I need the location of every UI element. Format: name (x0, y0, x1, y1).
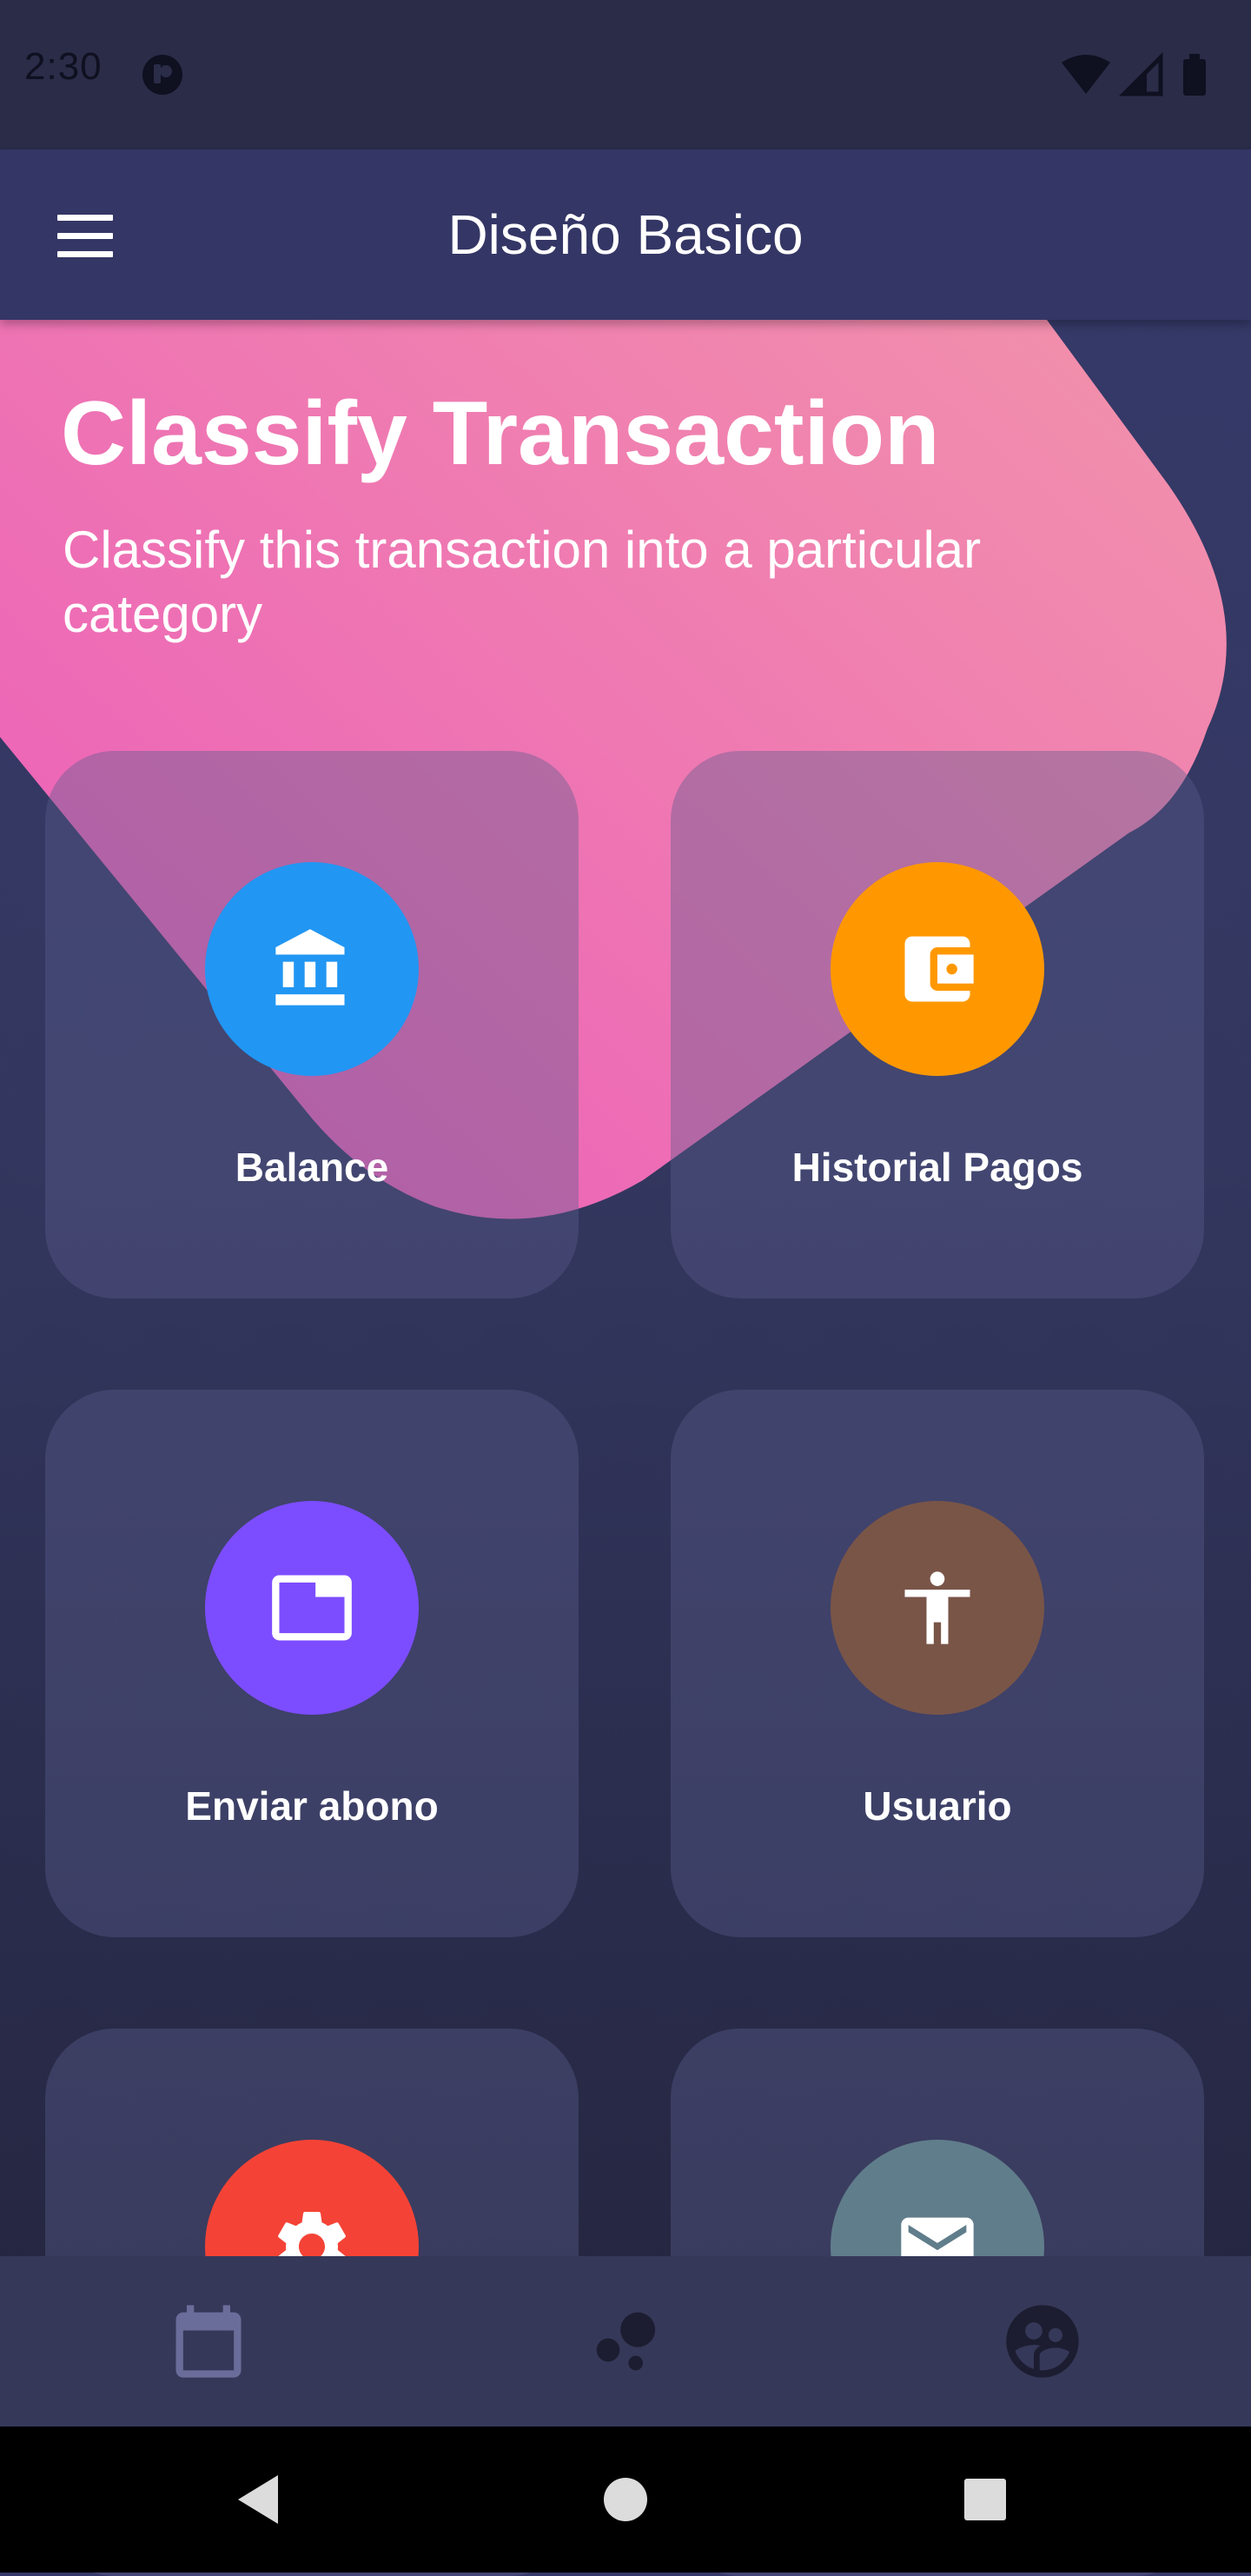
back-button[interactable] (226, 2465, 295, 2534)
card-usuario[interactable]: Usuario (671, 1390, 1204, 1937)
card-historial-pagos[interactable]: Historial Pagos (671, 751, 1204, 1298)
app-notification-icon (142, 55, 182, 95)
page-title: Classify Transaction (61, 383, 940, 484)
wifi-icon (1062, 55, 1110, 94)
hamburger-menu-icon[interactable] (49, 205, 122, 268)
bottom-navigation (0, 2256, 1251, 2427)
wallet-icon (904, 936, 974, 1002)
bubble-chart-icon (596, 2312, 656, 2371)
card-label: Usuario (863, 1783, 1012, 1829)
card-label: Historial Pagos (791, 1145, 1083, 1190)
accessibility-icon (904, 1571, 970, 1644)
nav-calendar[interactable] (165, 2298, 252, 2385)
app-bar: Diseño Basico (0, 149, 1251, 320)
nav-supervised-users[interactable] (999, 2298, 1086, 2385)
card-icon-circle (205, 862, 419, 1076)
calendar-icon (175, 2305, 242, 2378)
card-enviar-abono[interactable]: Enviar abono (45, 1390, 579, 1937)
card-label: Balance (235, 1145, 389, 1190)
card-balance[interactable]: Balance (45, 751, 579, 1298)
card-icon-circle (205, 1501, 419, 1715)
supervised-user-circle-icon (1006, 2305, 1079, 2378)
recents-icon (964, 2479, 1006, 2520)
battery-icon (1183, 54, 1206, 96)
status-icons (1062, 51, 1206, 96)
home-button[interactable] (591, 2465, 660, 2534)
status-time: 2:30 (24, 45, 103, 88)
tab-icon (272, 1575, 352, 1641)
system-navigation-bar (0, 2427, 1251, 2573)
home-icon (604, 2478, 647, 2521)
page-subtitle: Classify this transaction into a particu… (63, 521, 982, 643)
status-bar: 2:30 (0, 0, 1251, 149)
card-label: Enviar abono (185, 1783, 439, 1829)
app-title: Diseño Basico (447, 203, 804, 266)
card-icon-circle (831, 862, 1044, 1076)
signal-icon (1118, 51, 1163, 96)
bank-icon (275, 929, 345, 1006)
back-icon (238, 2475, 278, 2524)
recents-button[interactable] (950, 2465, 1020, 2534)
nav-bubble-chart[interactable] (582, 2298, 669, 2385)
card-icon-circle (831, 1501, 1044, 1715)
